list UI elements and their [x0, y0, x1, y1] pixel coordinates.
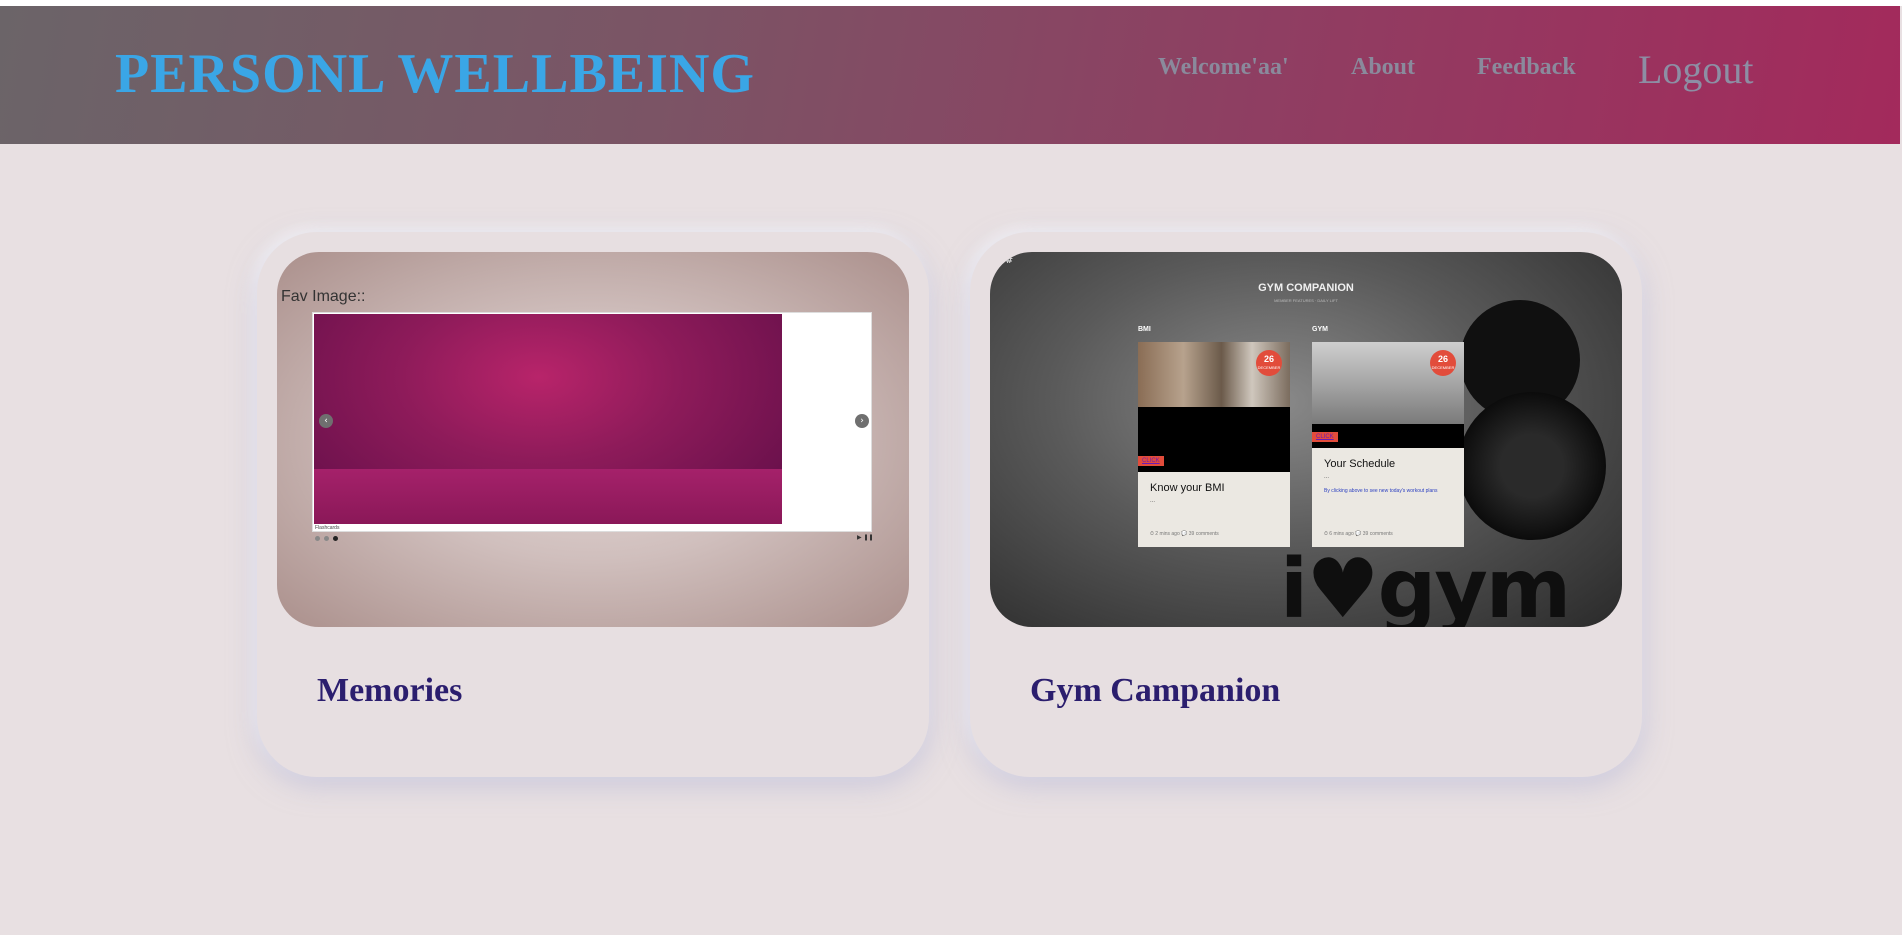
schedule-photo: 26 DECEMBER: [1312, 342, 1464, 424]
weight-plate-graphic: [1458, 392, 1606, 540]
memories-card[interactable]: Fav Image:: Flashcards ‹ › ▶ ❚❚ Memories: [257, 232, 929, 777]
bmi-card-meta: ⏱ 2 mins ago 💬 39 comments: [1150, 531, 1219, 537]
chevron-left-icon[interactable]: ‹: [319, 414, 333, 428]
carousel-dot[interactable]: [324, 536, 329, 541]
memories-preview[interactable]: Fav Image:: Flashcards ‹ › ▶ ❚❚: [277, 252, 909, 627]
bmi-tag: BMI: [1138, 326, 1151, 333]
hash-mark: ##: [998, 256, 1014, 266]
date-badge: 26 DECEMBER: [1256, 350, 1282, 376]
slide-floor: [314, 469, 782, 524]
schedule-card-meta: ⏱ 6 mins ago 💬 39 comments: [1324, 531, 1393, 537]
fav-image-label: Fav Image::: [281, 288, 366, 305]
nav-welcome-link[interactable]: Welcome'aa': [1158, 54, 1289, 81]
schedule-card-title: Your Schedule: [1324, 458, 1396, 470]
preview-subtitle: MEMBER FEATURES · DAILY LIFT: [1274, 298, 1338, 303]
nav-feedback-link[interactable]: Feedback: [1477, 54, 1576, 81]
bmi-panel: Know your BMI ... ⏱ 2 mins ago 💬 39 comm…: [1138, 472, 1290, 547]
schedule-panel: Your Schedule ... By clicking above to s…: [1312, 448, 1464, 547]
nav-about-link[interactable]: About: [1351, 54, 1415, 81]
gym-companion-title[interactable]: Gym Campanion: [1030, 672, 1280, 710]
chevron-right-icon[interactable]: ›: [855, 414, 869, 428]
logout-link[interactable]: Logout: [1638, 46, 1754, 93]
carousel-dot[interactable]: [315, 536, 320, 541]
carousel-dot-active[interactable]: [333, 536, 338, 541]
gym-companion-preview[interactable]: ## GYM COMPANION MEMBER FEATURES · DAILY…: [990, 252, 1622, 627]
bmi-click-button[interactable]: CLICK: [1138, 456, 1164, 466]
gym-companion-card[interactable]: ## GYM COMPANION MEMBER FEATURES · DAILY…: [970, 232, 1642, 777]
schedule-click-button[interactable]: CLICK: [1312, 432, 1338, 442]
site-header: PERSONL WELLBEING Welcome'aa' About Feed…: [0, 6, 1900, 144]
gym-tag: GYM: [1312, 326, 1328, 333]
bmi-preview-card[interactable]: 26 DECEMBER CLICK Know your BMI ... ⏱ 2 …: [1138, 342, 1290, 547]
slide-caption: Flashcards: [315, 525, 340, 531]
carousel-dots: [315, 536, 338, 541]
bmi-card-dash: ...: [1150, 498, 1156, 504]
memories-title[interactable]: Memories: [317, 672, 462, 710]
carousel-slide-image: [314, 314, 782, 524]
schedule-card-text[interactable]: By clicking above to see new today's wor…: [1324, 486, 1452, 496]
bmi-photo: 26 DECEMBER: [1138, 342, 1290, 407]
bmi-card-title: Know your BMI: [1150, 482, 1225, 494]
schedule-preview-card[interactable]: 26 DECEMBER CLICK Your Schedule ... By c…: [1312, 342, 1464, 547]
date-badge: 26 DECEMBER: [1430, 350, 1456, 376]
i-love-gym-watermark: i♥gym: [1280, 542, 1571, 627]
image-carousel[interactable]: Flashcards ‹ ›: [312, 312, 872, 532]
play-pause-icon[interactable]: ▶ ❚❚: [857, 534, 874, 541]
brand-title: PERSONL WELLBEING: [115, 43, 755, 105]
preview-title: GYM COMPANION: [1258, 282, 1354, 294]
schedule-card-dash: ...: [1324, 474, 1330, 480]
